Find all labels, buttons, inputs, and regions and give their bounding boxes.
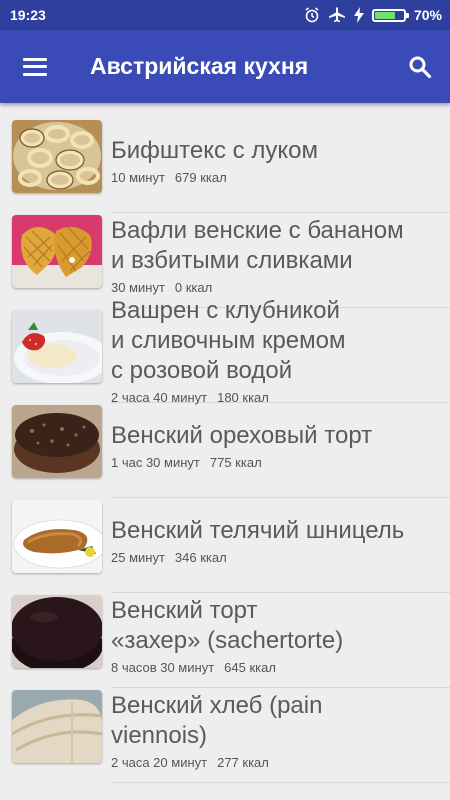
recipe-thumbnail	[12, 120, 102, 193]
list-item-text: Венский ореховый торт 1 час 30 минут 775 …	[111, 403, 450, 498]
search-icon	[409, 56, 432, 78]
recipe-kcal: 0 ккал	[174, 279, 213, 295]
search-button[interactable]	[390, 30, 450, 103]
recipe-time: 2 часа 20 минут	[111, 754, 208, 770]
recipe-thumbnail	[12, 690, 102, 763]
hamburger-icon	[23, 57, 47, 76]
list-item-text: Венский телячий шницель 25 минут 346 ккал	[111, 498, 450, 593]
list-item-text: Вафли венские с бананом и взбитыми сливк…	[111, 213, 450, 308]
recipe-meta: 2 часа 20 минут 277 ккал	[111, 755, 440, 770]
recipe-kcal: 277 ккал	[217, 754, 269, 770]
recipe-name: Венский торт «захер» (sachertorte)	[111, 596, 344, 654]
recipe-thumbnail	[12, 595, 102, 668]
recipe-kcal: 346 ккал	[174, 549, 227, 565]
recipe-meta: 25 минут 346 ккал	[111, 550, 440, 565]
recipe-thumbnail	[12, 215, 102, 288]
list-item[interactable]: Вашрен с клубникой и сливочным кремом с …	[0, 297, 450, 405]
recipe-thumbnail	[12, 405, 102, 478]
charging-icon	[353, 7, 364, 23]
recipe-meta: 1 час 30 минут 775 ккал	[111, 455, 440, 470]
recipe-meta: 10 минут 679 ккал	[111, 170, 440, 185]
battery-percent: 70%	[413, 7, 442, 23]
list-item[interactable]: Венский ореховый торт 1 час 30 минут 775 …	[0, 403, 450, 498]
recipe-time: 25 минут	[111, 549, 165, 565]
battery-fill	[374, 11, 395, 19]
recipe-time: 10 минут	[111, 169, 165, 185]
recipe-name: Бифштекс с луком	[111, 136, 318, 164]
status-time: 19:23	[10, 7, 46, 23]
status-bar: 19:23 70%	[0, 0, 450, 30]
app-toolbar: Австрийская кухня	[0, 30, 450, 103]
recipe-meta: 8 часов 30 минут 645 ккал	[111, 660, 440, 675]
recipe-name: Венский телячий шницель	[111, 516, 405, 544]
list-item[interactable]: Вафли венские с бананом и взбитыми сливк…	[0, 213, 450, 308]
recipe-time: 30 минут	[111, 279, 165, 295]
battery-indicator	[371, 8, 409, 22]
list-item[interactable]: Венский телячий шницель 25 минут 346 ккал	[0, 498, 450, 593]
recipe-time: 1 час 30 минут	[111, 454, 200, 470]
recipe-name: Вафли венские с бананом и взбитыми сливк…	[111, 216, 404, 274]
recipe-thumbnail	[12, 500, 102, 573]
page-title: Австрийская кухня	[90, 53, 309, 79]
list-item-text: Венский торт «захер» (sachertorte) 8 час…	[111, 593, 450, 688]
recipe-name: Венский хлеб (pain viennois)	[111, 691, 323, 749]
recipe-meta: 30 минут 0 ккал	[111, 280, 440, 295]
status-icons: 70%	[304, 7, 442, 23]
recipe-thumbnail	[12, 310, 102, 383]
recipe-name: Венский ореховый торт	[111, 421, 373, 449]
airplane-icon	[328, 7, 345, 23]
recipe-kcal: 645 ккал	[224, 659, 276, 675]
recipe-kcal: 775 ккал	[209, 454, 262, 470]
list-item[interactable]: Венский хлеб (pain viennois) 2 часа 20 м…	[0, 688, 450, 783]
list-item[interactable]: Бифштекс с луком 10 минут 679 ккал	[0, 118, 450, 213]
menu-button[interactable]	[0, 30, 70, 103]
recipe-time: 8 часов 30 минут	[111, 659, 215, 675]
alarm-icon	[305, 7, 319, 23]
list-item-text: Бифштекс с луком 10 минут 679 ккал	[111, 118, 450, 213]
list-item-text: Венский хлеб (pain viennois) 2 часа 20 м…	[111, 688, 450, 783]
list-item[interactable]: Венский торт «захер» (sachertorte) 8 час…	[0, 593, 450, 688]
recipe-name: Вашрен с клубникой и сливочным кремом с …	[111, 296, 346, 384]
recipe-kcal: 679 ккал	[174, 169, 227, 185]
recipe-list: Бифштекс с луком 10 минут 679 ккал Вафли …	[0, 118, 450, 783]
list-item-text: Вашрен с клубникой и сливочным кремом с …	[111, 297, 450, 405]
